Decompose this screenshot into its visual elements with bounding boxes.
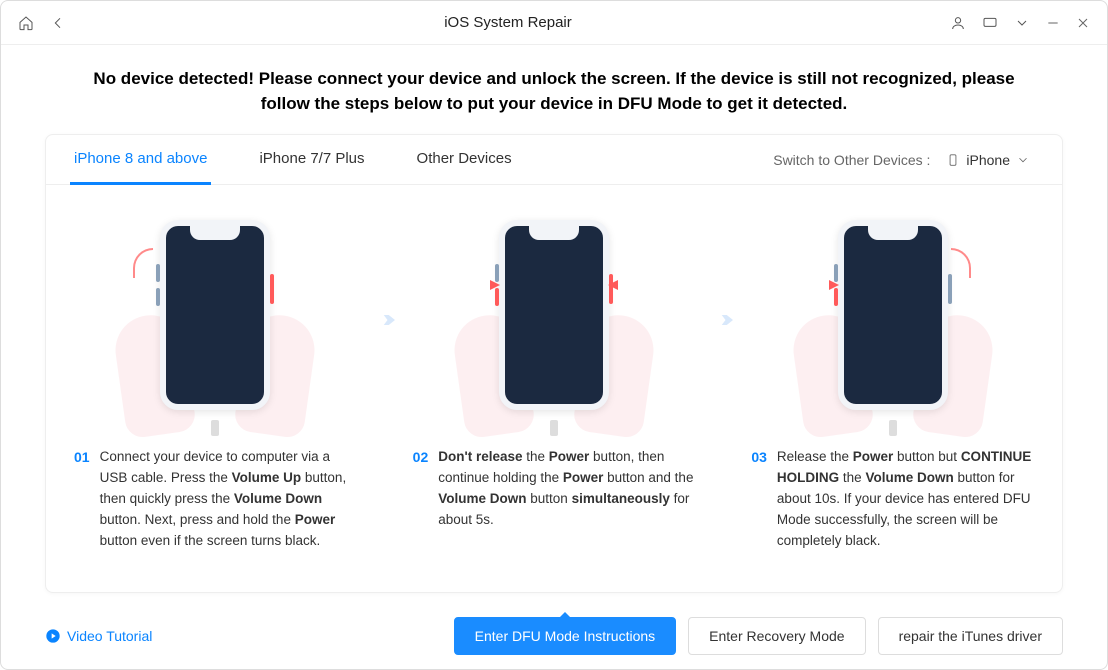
- step-1: 01 Connect your device to computer via a…: [66, 215, 365, 552]
- switch-label: Switch to Other Devices :: [773, 152, 930, 168]
- user-icon[interactable]: [949, 14, 967, 32]
- steps-row: 01 Connect your device to computer via a…: [46, 185, 1062, 592]
- step-3-body: Release the Power button but CONTINUE HO…: [777, 447, 1034, 552]
- instruction-text: No device detected! Please connect your …: [1, 45, 1107, 134]
- tab-other[interactable]: Other Devices: [413, 135, 516, 185]
- repair-driver-button[interactable]: repair the iTunes driver: [878, 617, 1063, 655]
- chevron-down-icon: [1016, 153, 1030, 167]
- main-card: iPhone 8 and above iPhone 7/7 Plus Other…: [45, 134, 1063, 593]
- close-button[interactable]: [1075, 15, 1091, 31]
- enter-recovery-button[interactable]: Enter Recovery Mode: [688, 617, 865, 655]
- step-1-body: Connect your device to computer via a US…: [100, 447, 357, 552]
- home-icon[interactable]: [17, 14, 35, 32]
- step-2: 02 Don't release the Power button, then …: [405, 215, 704, 531]
- minimize-button[interactable]: [1045, 15, 1061, 31]
- step-2-illustration: [413, 215, 696, 435]
- step-3: 03 Release the Power button but CONTINUE…: [743, 215, 1042, 552]
- footer: Video Tutorial Enter DFU Mode Instructio…: [45, 617, 1063, 655]
- chevron-down-icon[interactable]: [1013, 14, 1031, 32]
- tab-iphone7[interactable]: iPhone 7/7 Plus: [255, 135, 368, 185]
- feedback-icon[interactable]: [981, 14, 999, 32]
- device-switch: Switch to Other Devices : iPhone: [773, 148, 1038, 172]
- enter-dfu-button[interactable]: Enter DFU Mode Instructions: [454, 617, 677, 655]
- video-tutorial-link[interactable]: Video Tutorial: [45, 628, 152, 644]
- title-bar: iOS System Repair: [1, 1, 1107, 45]
- tab-iphone8[interactable]: iPhone 8 and above: [70, 135, 211, 185]
- step-1-illustration: [74, 215, 357, 435]
- step-2-body: Don't release the Power button, then con…: [438, 447, 695, 531]
- arrow-icon: [365, 305, 405, 335]
- device-selector[interactable]: iPhone: [938, 148, 1038, 172]
- back-icon[interactable]: [49, 14, 67, 32]
- step-1-num: 01: [74, 447, 90, 552]
- window-title: iOS System Repair: [67, 14, 949, 31]
- device-selected: iPhone: [966, 152, 1010, 168]
- step-3-num: 03: [751, 447, 767, 552]
- step-2-num: 02: [413, 447, 429, 531]
- play-icon: [45, 628, 61, 644]
- arrow-icon: [703, 305, 743, 335]
- phone-icon: [946, 153, 960, 167]
- step-3-illustration: [751, 215, 1034, 435]
- tab-strip: iPhone 8 and above iPhone 7/7 Plus Other…: [46, 135, 1062, 185]
